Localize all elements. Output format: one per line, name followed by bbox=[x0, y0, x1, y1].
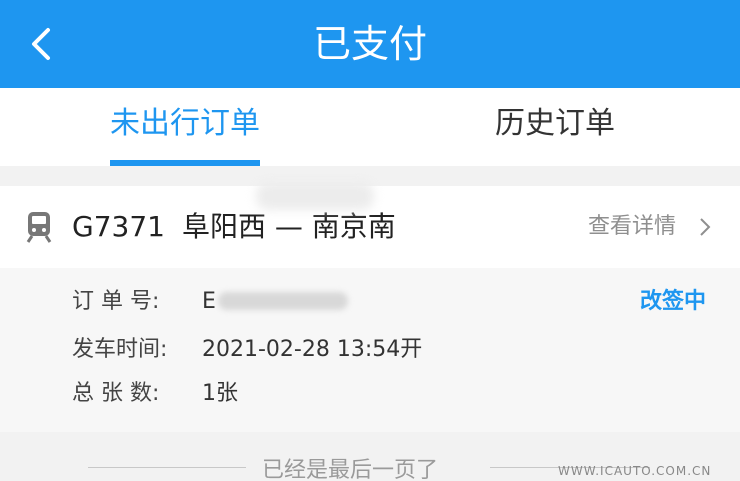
departure-time-row: 发车时间: 2021-02-28 13:54开 bbox=[72, 330, 422, 370]
view-details-link[interactable]: 查看详情 bbox=[588, 186, 676, 268]
ticket-count-label: 总 张 数: bbox=[72, 381, 160, 406]
tab-upcoming-orders[interactable]: 未出行订单 bbox=[90, 88, 280, 166]
status-badge: 改签中 bbox=[640, 289, 707, 314]
end-of-list-text: 已经是最后一页了 bbox=[262, 458, 439, 481]
order-card-body: 订 单 号: E 改签中 发车时间: 2021-02-28 13:54开 总 张 数… bbox=[0, 268, 740, 432]
order-card[interactable]: G7371 阜阳西 — 南京南 查看详情 订 单 号: E 改签中 发车时间: 20… bbox=[0, 186, 740, 432]
tab-history-orders[interactable]: 历史订单 bbox=[460, 88, 650, 166]
ticket-count-value: 1张 bbox=[202, 381, 238, 406]
app-header: 已支付 bbox=[0, 0, 740, 88]
site-watermark: WWW.ICAUTO.COM.CN bbox=[558, 464, 712, 478]
train-number: G7371 bbox=[72, 210, 165, 243]
page-title: 已支付 bbox=[312, 22, 427, 66]
active-tab-indicator bbox=[110, 160, 260, 166]
redacted-order-number bbox=[218, 292, 348, 310]
departure-time-label: 发车时间: bbox=[72, 337, 168, 362]
tab-bar: 未出行订单 历史订单 bbox=[0, 88, 740, 166]
order-number-label: 订 单 号: bbox=[72, 289, 160, 314]
order-number-row: 订 单 号: E bbox=[72, 282, 216, 322]
divider-left bbox=[88, 467, 246, 468]
departure-time-value: 2021-02-28 13:54开 bbox=[202, 337, 423, 362]
train-icon bbox=[26, 212, 52, 243]
redacted-passenger-info bbox=[256, 182, 374, 210]
chevron-right-icon[interactable] bbox=[696, 217, 714, 237]
ticket-count-row: 总 张 数: 1张 bbox=[72, 374, 238, 414]
order-number-value: E bbox=[202, 289, 216, 314]
